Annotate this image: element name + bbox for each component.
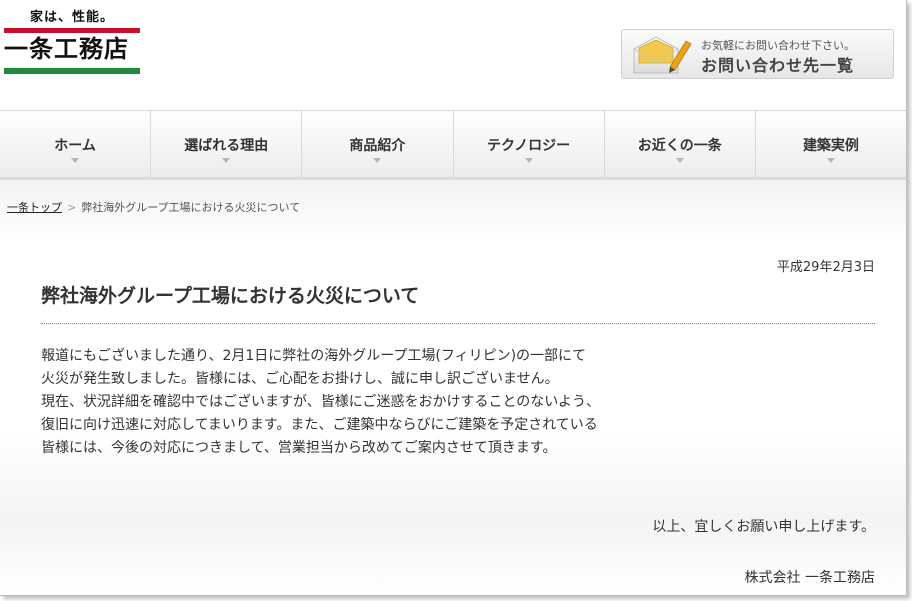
article-line: 現在、状況詳細を確認中ではございますが、皆様にご迷惑をおかけすることのないよう、 [41, 394, 601, 410]
article-closing: 以上、宜しくお願い申し上げます。 [652, 519, 875, 535]
nav-item-products[interactable]: 商品紹介 [302, 111, 454, 177]
nav-item-label: お近くの一条 [637, 138, 722, 154]
logo-red-bar [4, 28, 140, 33]
article-line: 復旧に向け迅速に対応してまいります。また、ご建築中ならびにご建築を予定されている [41, 417, 598, 433]
breadcrumb-current: 弊社海外グループ工場における火災について [81, 201, 301, 214]
article-line: 報道にもございました通り、2月1日に弊社の海外グループ工場(フィリピン)の一部に… [41, 348, 587, 364]
contact-title: お問い合わせ先一覧 [701, 56, 855, 75]
breadcrumb-home-link[interactable]: 一条トップ [7, 201, 62, 214]
nav-item-label: 商品紹介 [349, 138, 406, 154]
page-title: 弊社海外グループ工場における火災について [41, 285, 420, 307]
article-company: 株式会社 一条工務店 [744, 570, 875, 586]
logo-name: 一条工務店 [4, 35, 129, 63]
title-divider [41, 323, 875, 324]
contact-subtext: お気軽にお問い合わせ下さい。 [701, 39, 855, 52]
page-frame: 家は、性能。 一条工務店 お気軽にお問い合わせ下さい。 お問い合わせ先一覧 ホー… [0, 0, 907, 596]
article-date: 平成29年2月3日 [776, 260, 875, 275]
logo-tagline: 家は、性能。 [30, 10, 115, 25]
main-content: 一条トップ > 弊社海外グループ工場における火災について 平成29年2月3日 弊社海… [0, 180, 906, 595]
nav-item-nearby[interactable]: お近くの一条 [605, 111, 756, 177]
chevron-down-icon [71, 158, 80, 163]
chevron-down-icon [675, 158, 684, 163]
nav-item-technology[interactable]: テクノロジー [454, 111, 605, 177]
breadcrumb: 一条トップ > 弊社海外グループ工場における火災について [7, 199, 300, 215]
logo[interactable]: 家は、性能。 一条工務店 [4, 6, 144, 78]
envelope-pencil-icon [633, 36, 692, 74]
nav-item-reasons[interactable]: 選ばれる理由 [151, 111, 303, 177]
nav-item-examples[interactable]: 建築実例 [756, 111, 906, 177]
global-nav: ホーム 選ばれる理由 商品紹介 テクノロジー お近くの一条 建築実例 [0, 110, 906, 180]
article-body: 報道にもございました通り、2月1日に弊社の海外グループ工場(フィリピン)の一部に… [41, 345, 861, 460]
breadcrumb-separator: > [67, 201, 77, 214]
chevron-down-icon [826, 158, 835, 163]
nav-item-label: 選ばれる理由 [184, 138, 269, 154]
logo-green-bar [4, 68, 140, 74]
nav-item-label: テクノロジー [487, 138, 571, 154]
nav-item-label: ホーム [54, 138, 96, 154]
article-line: 火災が発生致しました。皆様には、ご心配をお掛けし、誠に申し訳ございません。 [41, 371, 559, 387]
nav-item-home[interactable]: ホーム [0, 111, 152, 177]
chevron-down-icon [524, 158, 533, 163]
nav-item-label: 建築実例 [802, 138, 859, 154]
chevron-down-icon [373, 158, 382, 163]
article-line: 皆様には、今後の対応につきまして、営業担当から改めてご案内させて頂きます。 [41, 440, 557, 456]
contact-list-button[interactable]: お気軽にお問い合わせ下さい。 お問い合わせ先一覧 [621, 29, 894, 79]
chevron-down-icon [222, 158, 231, 163]
